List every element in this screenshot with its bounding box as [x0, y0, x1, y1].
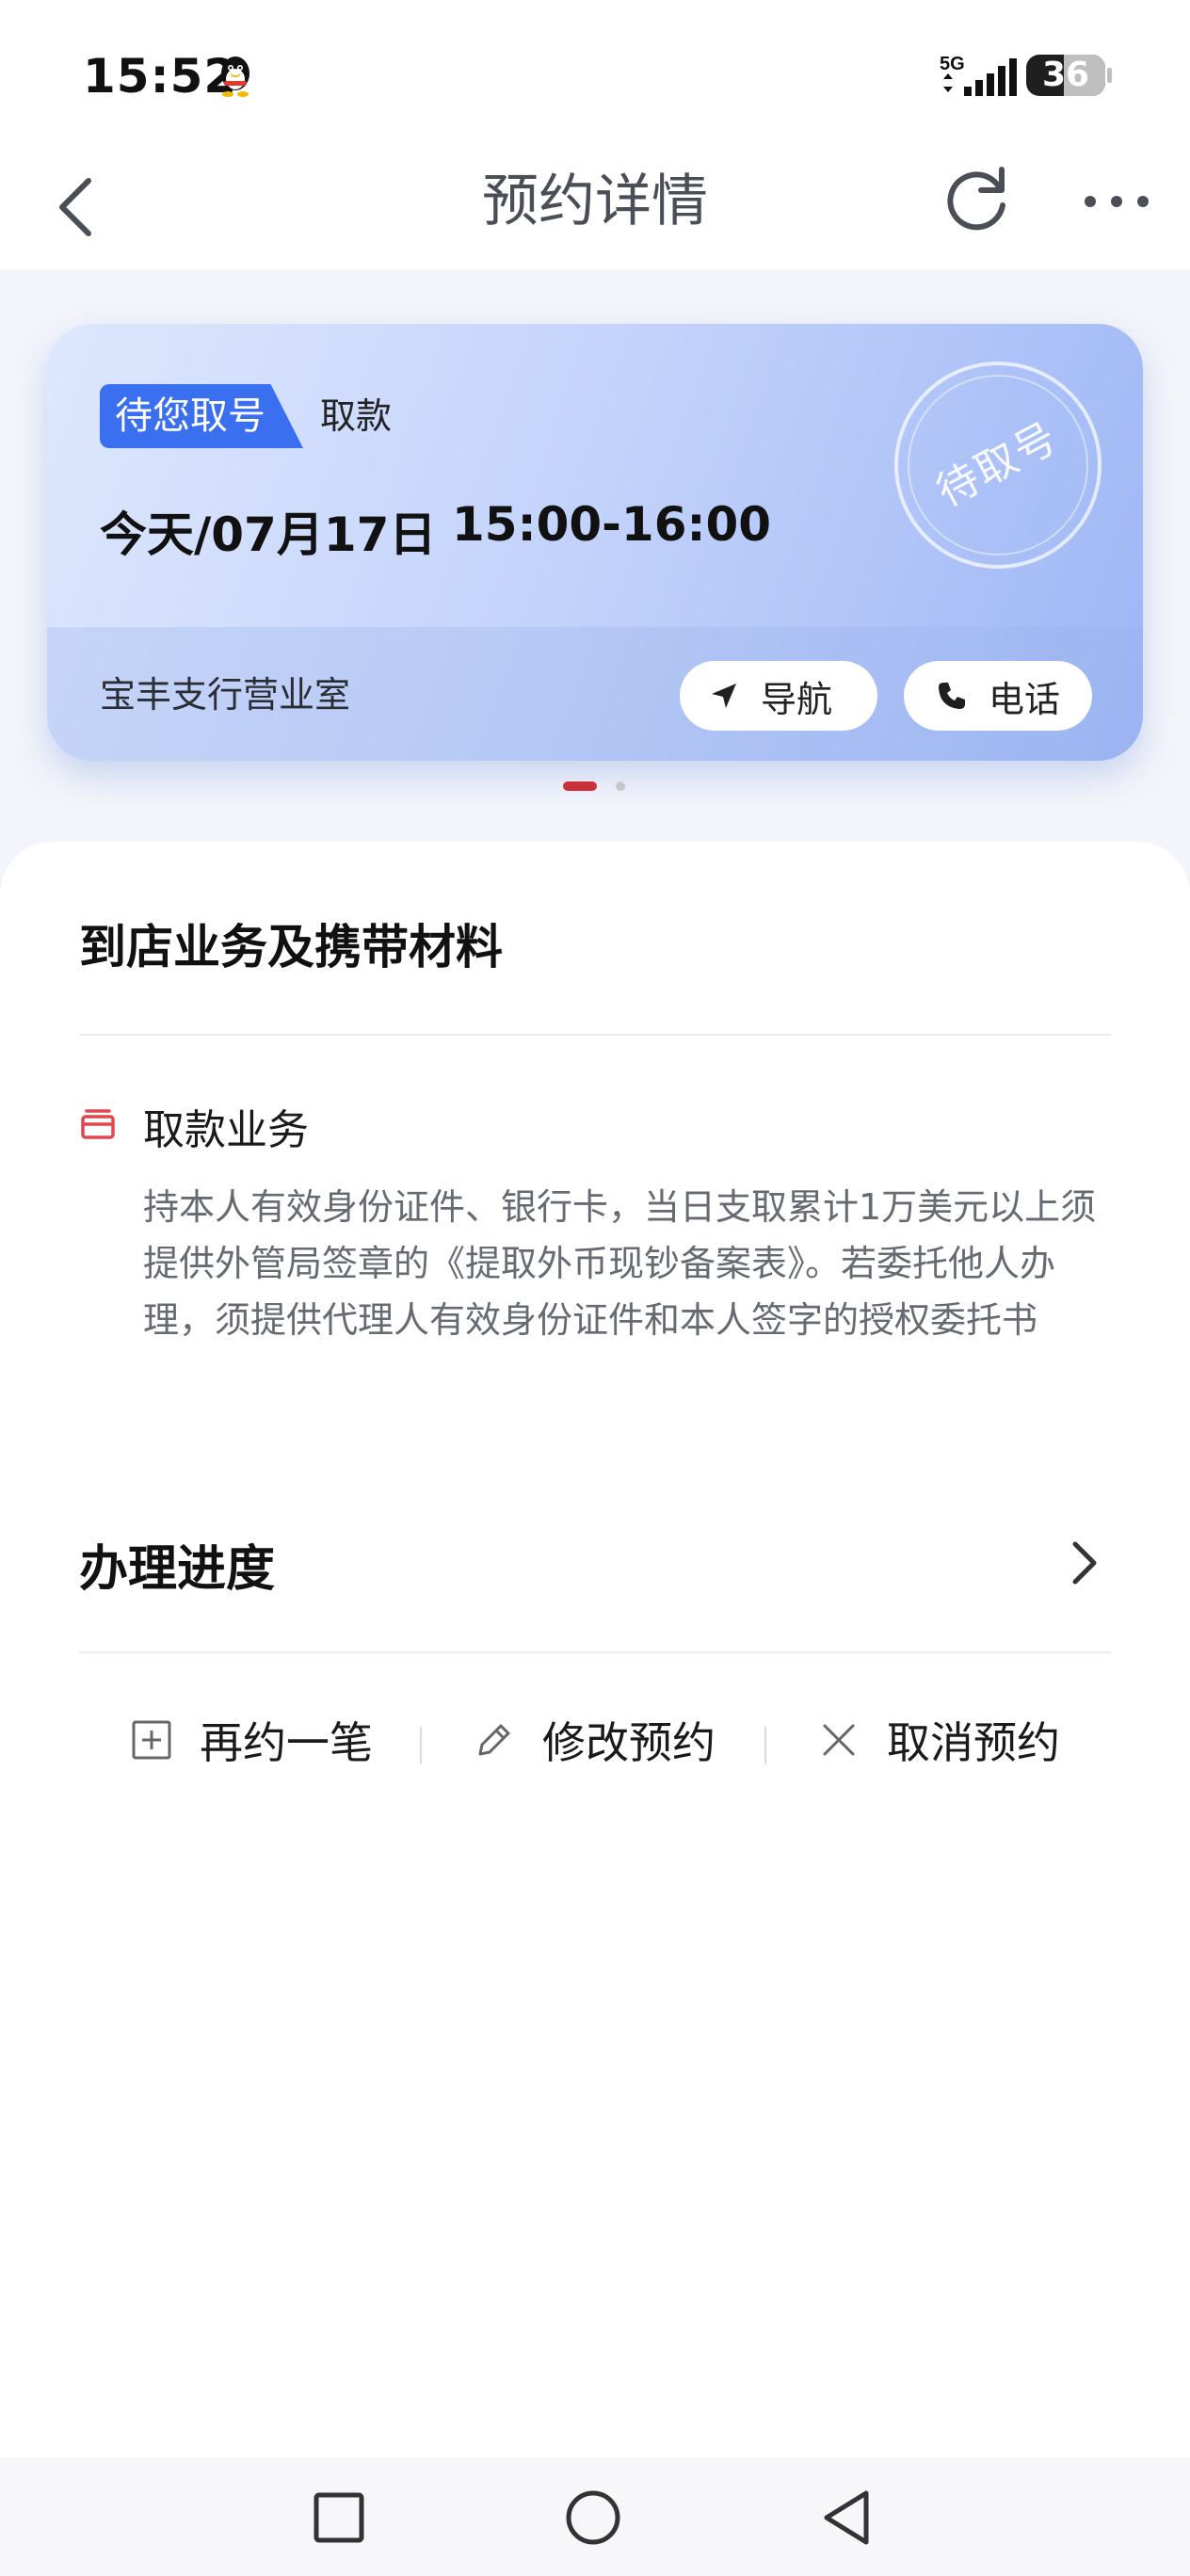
nav-bar: 预约详情 [0, 141, 1190, 271]
battery-level: 36 [1041, 56, 1090, 94]
signal-icon: 5G [940, 54, 1017, 96]
section-title: 到店业务及携带材料 [79, 920, 503, 974]
pencil-icon [478, 1724, 510, 1756]
separator [420, 1727, 422, 1764]
cancel-button[interactable]: 取消预约 [817, 1706, 1060, 1774]
business-type: 取款 [320, 395, 393, 437]
svg-text:5G: 5G [940, 54, 965, 74]
appointment-date: 今天/07月17日 [100, 507, 437, 562]
refresh-icon[interactable] [938, 162, 1015, 239]
status-stamp: 待取号 [894, 362, 1102, 569]
more-icon[interactable] [1081, 185, 1152, 218]
business-item-title: 取款业务 [143, 1106, 309, 1154]
status-badge: 待您取号 [100, 384, 303, 448]
system-nav-bar [0, 2457, 1190, 2576]
business-item-description: 持本人有效身份证件、银行卡，当日支取累计1万美元以上须提供外管局签章的《提取外币… [143, 1186, 1097, 1341]
modify-label: 修改预约 [542, 1717, 716, 1768]
action-bar: 再约一笔 修改预约 取消预约 [0, 1680, 1190, 1802]
progress-row[interactable]: 办理进度 [0, 1501, 1190, 1623]
qq-penguin-icon [221, 56, 249, 97]
triangle-back-icon[interactable] [813, 2484, 881, 2552]
modify-button[interactable]: 修改预约 [473, 1706, 716, 1774]
divider [79, 1034, 1111, 1036]
appointment-card[interactable]: 待您取号 取款 今天/07月17日 15:00-16:00 待取号 宝丰支行营业… [47, 324, 1143, 761]
plus-square-icon [132, 1720, 171, 1760]
rebook-label: 再约一笔 [200, 1717, 373, 1768]
status-bar: 15:52 5G 36 [0, 0, 1190, 141]
call-label: 电话 [989, 678, 1061, 720]
navigate-button[interactable]: 导航 [680, 661, 877, 731]
pager-dot [616, 781, 625, 791]
progress-title: 办理进度 [79, 1541, 276, 1598]
wallet-icon [81, 1109, 115, 1139]
branch-name: 宝丰支行营业室 [100, 674, 351, 716]
phone-icon [939, 683, 965, 709]
card-footer: 宝丰支行营业室 导航 电话 [47, 627, 1143, 761]
navigation-arrow-icon [712, 684, 736, 708]
content-sheet: 到店业务及携带材料 取款业务 持本人有效身份证件、银行卡，当日支取累计1万美元以… [0, 842, 1190, 2457]
navigate-label: 导航 [761, 678, 833, 720]
battery-icon: 36 [1026, 55, 1105, 96]
divider [79, 1651, 1111, 1653]
pager-dot-active [563, 781, 597, 791]
square-recent-icon[interactable] [305, 2484, 373, 2552]
rebook-button[interactable]: 再约一笔 [130, 1706, 373, 1774]
chevron-right-icon [1072, 1541, 1097, 1585]
stamp-text: 待取号 [928, 412, 1067, 517]
appointment-time: 15:00-16:00 [452, 497, 772, 552]
close-icon [823, 1724, 855, 1756]
separator [764, 1727, 766, 1764]
back-chevron-icon[interactable] [47, 171, 113, 243]
cancel-label: 取消预约 [887, 1717, 1060, 1768]
circle-home-icon[interactable] [559, 2484, 627, 2552]
page: 15:52 5G 36 预约详情 待您取号 取款 今天/07月17日 15:00… [0, 0, 1190, 2576]
call-button[interactable]: 电话 [904, 661, 1092, 731]
